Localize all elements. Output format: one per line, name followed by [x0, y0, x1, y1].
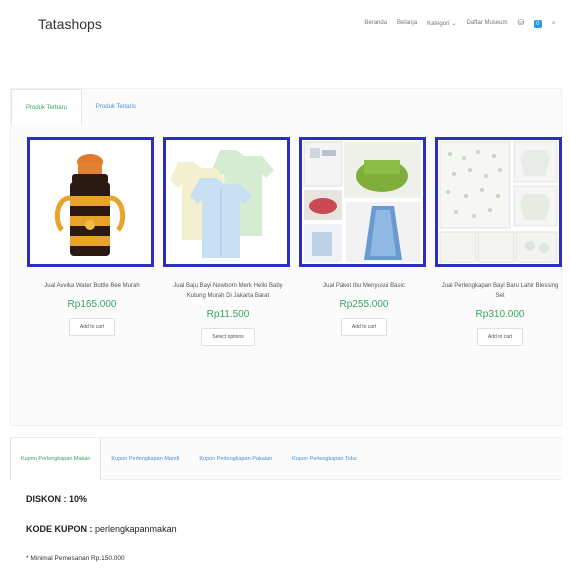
product-name[interactable]: Jual Baju Bayi Newborn Merk Hello Baby K…	[163, 281, 293, 301]
add-to-cart-button[interactable]: Add to cart	[68, 318, 116, 336]
product-section: Produk Terbaru Produk Terlaris Jual Avvi…	[10, 88, 562, 426]
tab-produk-terbaru[interactable]: Produk Terbaru	[11, 89, 82, 125]
product-price: Rp11.500	[206, 309, 250, 320]
tab-kupon-mandi[interactable]: Kupon Perlengkapan Mandi	[101, 438, 189, 480]
select-options-button[interactable]: Select options	[201, 328, 255, 346]
product-image[interactable]	[163, 137, 290, 267]
coupon-code-label: KODE KUPON :	[26, 524, 96, 534]
cart-button[interactable]: ⛁ 0	[517, 18, 542, 28]
tab-kupon-tidur[interactable]: Kupon Perlengkapan Tidur	[282, 438, 367, 480]
product-grid: Jual Avvika Water Bottle Bee Murah Rp165…	[17, 137, 562, 417]
tab-kupon-makan[interactable]: Kupon Perlengkapan Makan	[10, 438, 102, 480]
product-image[interactable]	[299, 137, 426, 267]
minimum-order-text: * Minimal Pemesanan Rp.150.000	[26, 555, 125, 562]
add-to-cart-button[interactable]: Add to cart	[340, 318, 388, 336]
product-card: Jual Perlengkapan Bayi Baru Lahir Blessi…	[435, 137, 565, 346]
nav-item-kategori-label: Kategori	[427, 20, 450, 27]
product-price: Rp255.000	[339, 299, 389, 310]
product-card: Jual Paket Ibu Menyusui Basic Rp255.000 …	[299, 137, 429, 336]
product-card: Jual Baju Bayi Newborn Merk Hello Baby K…	[163, 137, 293, 346]
tab-kupon-pakaian[interactable]: Kupon Perlengkapan Pakaian	[189, 438, 282, 480]
nav-item-belanja[interactable]: Belanja	[397, 20, 417, 26]
newborn-set-image	[438, 140, 559, 264]
nav-item-daftar-museum[interactable]: Daftar Museum	[466, 20, 507, 26]
coupon-code-value: perlengkapanmakan	[95, 524, 177, 534]
product-tabs: Produk Terbaru Produk Terlaris	[11, 89, 150, 125]
product-image[interactable]	[435, 137, 562, 267]
product-image[interactable]	[27, 137, 154, 267]
water-bottle-image	[30, 140, 151, 264]
cart-count-badge: 0	[534, 20, 542, 28]
nav-item-kategori[interactable]: Kategori ⌄	[427, 20, 456, 27]
coupon-tabs: Kupon Perlengkapan Makan Kupon Perlengka…	[10, 438, 562, 480]
product-price: Rp310.000	[475, 309, 525, 320]
baby-clothes-image	[166, 140, 287, 264]
nursing-package-image	[302, 140, 423, 264]
coupon-section: Kupon Perlengkapan Makan Kupon Perlengka…	[10, 437, 562, 588]
product-card: Jual Avvika Water Bottle Bee Murah Rp165…	[27, 137, 157, 336]
product-name[interactable]: Jual Perlengkapan Bayi Baru Lahir Blessi…	[435, 281, 565, 301]
chevron-down-icon: ⌄	[451, 20, 457, 27]
add-to-cart-button[interactable]: Add to cart	[476, 328, 524, 346]
product-price: Rp165.000	[67, 299, 117, 310]
site-header: Tatashops Beranda Belanja Kategori ⌄ Daft…	[0, 0, 570, 50]
product-name[interactable]: Jual Paket Ibu Menyusui Basic	[299, 281, 429, 291]
main-nav: Beranda Belanja Kategori ⌄ Daftar Museum …	[354, 18, 556, 28]
coupon-code-text: KODE KUPON : perlengkapanmakan	[26, 524, 177, 534]
site-brand[interactable]: Tatashops	[38, 16, 102, 32]
tab-produk-terlaris[interactable]: Produk Terlaris	[82, 89, 150, 125]
cart-icon: ⛁	[517, 18, 525, 27]
nav-item-beranda[interactable]: Beranda	[364, 20, 387, 26]
search-icon[interactable]: ⌕	[552, 18, 556, 28]
discount-text: DISKON : 10%	[26, 494, 88, 504]
product-name[interactable]: Jual Avvika Water Bottle Bee Murah	[27, 281, 157, 291]
